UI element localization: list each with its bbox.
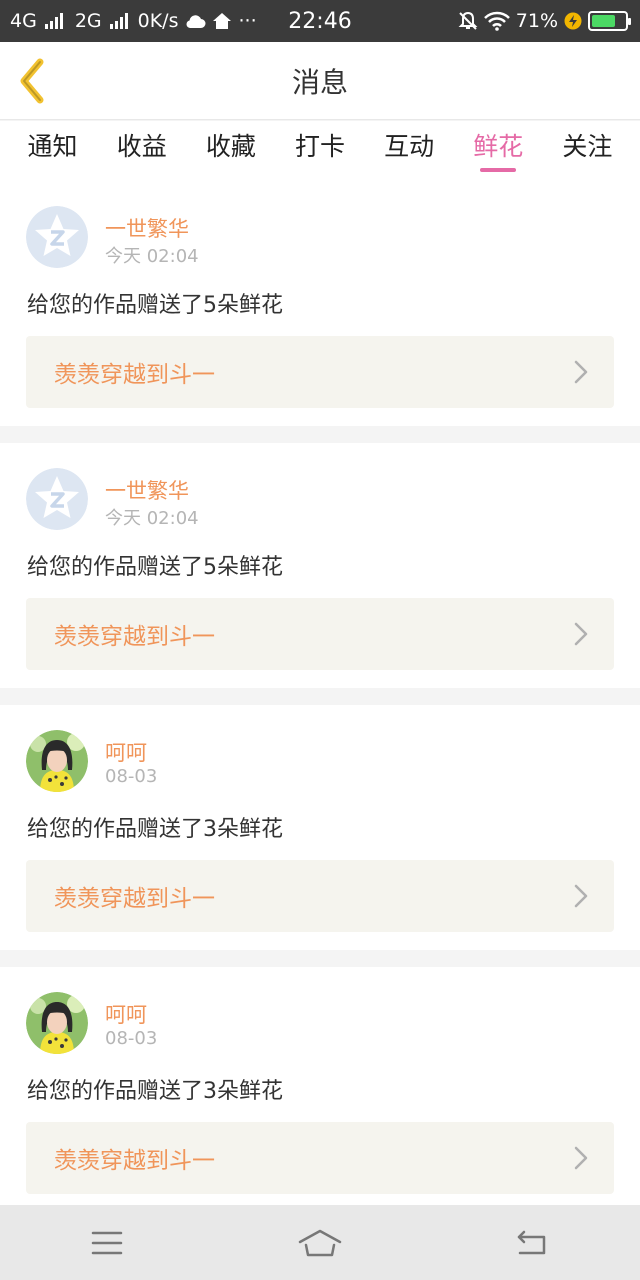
status-left: 4G 2G 0K/s ···	[10, 10, 257, 32]
work-link[interactable]: 羡羡穿越到斗一	[26, 336, 614, 408]
tab-flowers[interactable]: 鲜花	[458, 121, 538, 181]
message-text: 给您的作品赠送了3朵鲜花	[27, 817, 283, 842]
tab-follow[interactable]: 关注	[547, 121, 627, 181]
work-link[interactable]: 羡羡穿越到斗一	[26, 598, 614, 670]
wifi-icon	[483, 11, 510, 31]
user-name[interactable]: 一世繁华	[105, 213, 189, 243]
work-link[interactable]: 羡羡穿越到斗一	[26, 860, 614, 932]
default-avatar-icon	[26, 206, 88, 268]
signal-icon	[44, 13, 63, 29]
menu-icon	[91, 1231, 122, 1254]
home-status-icon	[213, 13, 232, 29]
message-list: 一世繁华 今天 02:04 给您的作品赠送了5朵鲜花 羡羡穿越到斗一 一世繁华 …	[0, 181, 640, 1229]
work-title: 羡羡穿越到斗一	[54, 1148, 215, 1174]
network-speed: 0K/s	[137, 10, 179, 32]
battery-icon	[588, 11, 631, 31]
message-text: 给您的作品赠送了5朵鲜花	[27, 555, 283, 580]
tab-interaction[interactable]: 互动	[369, 121, 449, 181]
message-text: 给您的作品赠送了5朵鲜花	[27, 293, 283, 318]
home-button[interactable]	[290, 1218, 350, 1268]
user-name[interactable]: 一世繁华	[105, 475, 189, 505]
chevron-right-icon	[574, 884, 588, 908]
work-title: 羡羡穿越到斗一	[54, 886, 215, 912]
network-4g-label: 4G	[10, 10, 37, 32]
chevron-right-icon	[574, 360, 588, 384]
page-title: 消息	[291, 65, 348, 99]
tab-favorites[interactable]: 收藏	[191, 121, 271, 181]
message-card: 呵呵 08-03 给您的作品赠送了3朵鲜花 羡羡穿越到斗一	[0, 705, 640, 950]
back-icon	[518, 1230, 546, 1254]
menu-button[interactable]	[77, 1218, 137, 1268]
tab-income[interactable]: 收益	[102, 121, 182, 181]
chevron-right-icon	[574, 1146, 588, 1170]
bell-muted-icon	[458, 11, 478, 30]
system-nav-bar	[0, 1205, 640, 1280]
photo-avatar-icon	[26, 992, 88, 1054]
battery-percent: 71%	[515, 10, 558, 32]
message-time: 今天 02:04	[105, 246, 199, 267]
avatar[interactable]	[26, 992, 88, 1054]
battery-fill	[592, 15, 615, 27]
network-2g-label: 2G	[74, 10, 102, 32]
charging-icon	[564, 12, 582, 30]
chevron-left-icon[interactable]	[14, 56, 54, 106]
work-title: 羡羡穿越到斗一	[54, 624, 215, 650]
tab-bar: 通知 收益 收藏 打卡 互动 鲜花 关注	[0, 121, 640, 181]
avatar[interactable]	[26, 730, 88, 792]
avatar[interactable]	[26, 468, 88, 530]
status-bar: 4G 2G 0K/s ··· 22:46 71%	[0, 0, 640, 42]
tab-notice[interactable]: 通知	[13, 121, 93, 181]
avatar[interactable]	[26, 206, 88, 268]
message-card: 一世繁华 今天 02:04 给您的作品赠送了5朵鲜花 羡羡穿越到斗一	[0, 443, 640, 688]
chevron-right-icon	[574, 622, 588, 646]
tab-checkin[interactable]: 打卡	[280, 121, 360, 181]
message-time: 08-03	[105, 766, 158, 787]
user-name[interactable]: 呵呵	[105, 999, 147, 1029]
photo-avatar-icon	[26, 730, 88, 792]
more-status-icon: ···	[238, 10, 257, 32]
back-button[interactable]	[503, 1218, 563, 1268]
header: 消息	[0, 42, 640, 120]
default-avatar-icon	[26, 468, 88, 530]
user-name[interactable]: 呵呵	[105, 737, 147, 767]
signal-icon	[109, 13, 128, 29]
message-card: 呵呵 08-03 给您的作品赠送了3朵鲜花 羡羡穿越到斗一	[0, 967, 640, 1212]
work-link[interactable]: 羡羡穿越到斗一	[26, 1122, 614, 1194]
message-card: 一世繁华 今天 02:04 给您的作品赠送了5朵鲜花 羡羡穿越到斗一	[0, 181, 640, 426]
cloud-icon	[186, 15, 206, 28]
work-title: 羡羡穿越到斗一	[54, 362, 215, 388]
home-icon	[298, 1229, 342, 1256]
message-time: 08-03	[105, 1028, 158, 1049]
message-text: 给您的作品赠送了3朵鲜花	[27, 1079, 283, 1104]
message-time: 今天 02:04	[105, 508, 199, 529]
status-right: 71%	[458, 10, 631, 32]
